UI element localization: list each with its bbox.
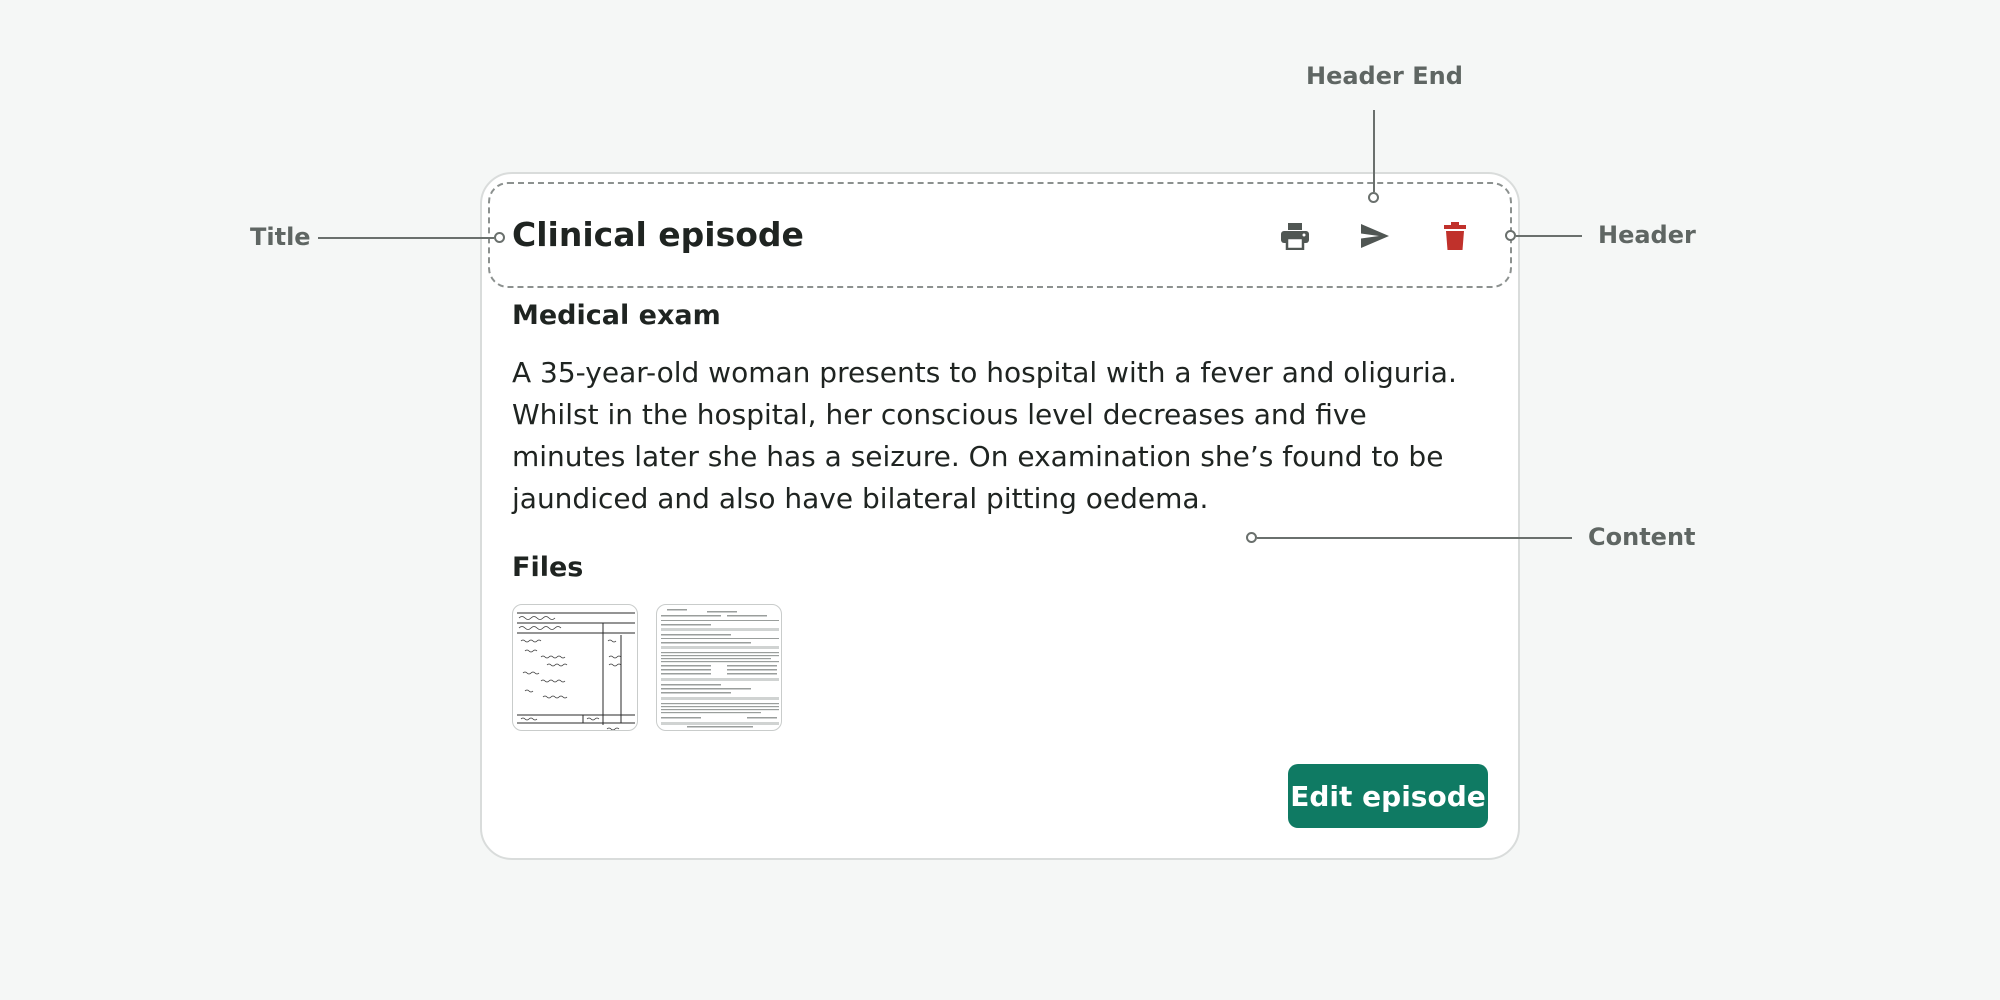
card-title: Clinical episode: [512, 215, 804, 254]
annotation-header-label: Header: [1598, 221, 1696, 249]
annotation-content-label: Content: [1588, 523, 1696, 551]
annotation-header-end-label: Header End: [1306, 62, 1463, 90]
handwritten-document-preview: [517, 612, 635, 730]
send-button[interactable]: [1353, 214, 1397, 258]
trash-icon: [1444, 222, 1466, 250]
send-icon: [1361, 224, 1389, 248]
file-thumbnail[interactable]: [512, 604, 638, 731]
annotation-content-line: [1257, 537, 1572, 539]
delete-button[interactable]: [1433, 214, 1477, 258]
file-thumbnail[interactable]: [656, 604, 782, 731]
annotation-title-label: Title: [250, 223, 311, 251]
exam-description: A 35-year-old woman presents to hospital…: [512, 356, 1457, 515]
annotation-header-marker: [1505, 230, 1516, 241]
edit-episode-button[interactable]: Edit episode: [1288, 764, 1488, 828]
print-button[interactable]: [1273, 214, 1317, 258]
annotation-content-marker: [1246, 532, 1257, 543]
printer-icon: [1281, 223, 1309, 250]
annotation-header-end-line: [1373, 110, 1375, 192]
section-heading-exam: Medical exam: [512, 300, 721, 331]
annotation-header-line: [1516, 235, 1582, 237]
section-heading-files: Files: [512, 552, 584, 583]
annotation-header-end-marker: [1368, 192, 1379, 203]
annotation-title-line: [318, 237, 494, 239]
annotation-title-marker: [494, 232, 505, 243]
form-document-preview: [661, 609, 779, 728]
